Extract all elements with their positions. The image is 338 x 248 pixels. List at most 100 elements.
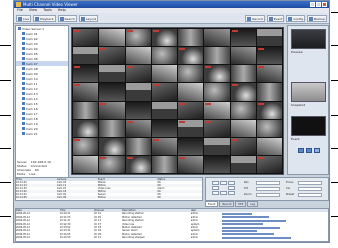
camera-tile[interactable]	[204, 29, 230, 47]
ptz-direction-button[interactable]	[220, 191, 227, 195]
toolbar-button-live[interactable]: Live	[16, 15, 32, 22]
camera-tile[interactable]	[178, 65, 204, 83]
title-bar[interactable]: Multi Channel Video Viewer	[14, 1, 329, 8]
camera-tile[interactable]	[256, 65, 282, 83]
camera-tile[interactable]	[73, 83, 99, 101]
camera-tile[interactable]	[125, 101, 151, 119]
camera-tile[interactable]	[256, 47, 282, 65]
prev-button[interactable]	[298, 148, 304, 153]
ptz-direction-button[interactable]	[212, 186, 219, 190]
camera-tile[interactable]	[151, 155, 177, 173]
camera-tile[interactable]	[99, 65, 125, 83]
camera-tile[interactable]	[73, 101, 99, 119]
camera-tile[interactable]	[73, 137, 99, 155]
camera-tile[interactable]	[125, 83, 151, 101]
camera-tile[interactable]	[256, 29, 282, 47]
camera-tile[interactable]	[151, 137, 177, 155]
save-button[interactable]	[314, 148, 320, 153]
camera-tile[interactable]	[178, 101, 204, 119]
camera-tile[interactable]	[204, 101, 230, 119]
camera-tile[interactable]	[73, 65, 99, 83]
toolbar-button-layout[interactable]: Layout	[78, 15, 99, 22]
camera-tile[interactable]	[99, 137, 125, 155]
camera-tile[interactable]	[230, 83, 256, 101]
camera-tile[interactable]	[230, 101, 256, 119]
camera-tile[interactable]	[230, 29, 256, 47]
camera-tile[interactable]	[151, 101, 177, 119]
camera-tile[interactable]	[230, 119, 256, 137]
camera-tile[interactable]	[151, 119, 177, 137]
camera-tile[interactable]	[256, 137, 282, 155]
camera-tile[interactable]	[151, 47, 177, 65]
minimize-button[interactable]	[310, 2, 315, 7]
preview-image[interactable]	[291, 29, 326, 49]
camera-tile[interactable]	[178, 47, 204, 65]
camera-tile[interactable]	[151, 29, 177, 47]
camera-tile[interactable]	[178, 29, 204, 47]
camera-tile[interactable]	[125, 29, 151, 47]
camera-tile[interactable]	[125, 155, 151, 173]
ptz-direction-button[interactable]	[228, 191, 235, 195]
camera-tile[interactable]	[73, 29, 99, 47]
close-button[interactable]	[322, 2, 327, 7]
camera-tile[interactable]	[125, 47, 151, 65]
camera-tile[interactable]	[204, 119, 230, 137]
camera-tile[interactable]	[178, 83, 204, 101]
camera-tile[interactable]	[256, 83, 282, 101]
toolbar-button-backup[interactable]: Backup	[307, 15, 327, 22]
toolbar-button-search[interactable]: Search	[57, 15, 77, 22]
camera-tile[interactable]	[204, 65, 230, 83]
ptz-control[interactable]	[256, 193, 280, 197]
tab-ptz[interactable]: PTZ	[235, 201, 247, 207]
camera-tile[interactable]	[256, 119, 282, 137]
tab-event[interactable]: Event	[205, 201, 219, 207]
camera-tile[interactable]	[151, 83, 177, 101]
camera-tile[interactable]	[178, 155, 204, 173]
camera-tile[interactable]	[125, 137, 151, 155]
camera-tile[interactable]	[99, 29, 125, 47]
camera-tile[interactable]	[99, 101, 125, 119]
ptz-control[interactable]	[256, 187, 280, 191]
next-button[interactable]	[306, 148, 312, 153]
camera-tile[interactable]	[256, 155, 282, 173]
tab-log[interactable]: Log	[247, 201, 258, 207]
tab-record[interactable]: Record	[219, 201, 235, 207]
ptz-control[interactable]	[298, 181, 322, 185]
ptz-direction-button[interactable]	[220, 181, 227, 185]
ptz-control[interactable]	[256, 181, 280, 185]
camera-tile[interactable]	[178, 137, 204, 155]
ptz-direction-button[interactable]	[228, 186, 235, 190]
log-row[interactable]: 2006-05-12 10:14:50 Ch 21 Recording stopped…	[16, 236, 328, 239]
camera-tile[interactable]	[256, 101, 282, 119]
ptz-direction-button[interactable]	[212, 181, 219, 185]
camera-tile[interactable]	[204, 155, 230, 173]
camera-tile[interactable]	[230, 155, 256, 173]
tree-item[interactable]: Cam 21	[16, 131, 68, 136]
camera-tile[interactable]	[99, 155, 125, 173]
camera-tile[interactable]	[99, 47, 125, 65]
camera-tile[interactable]	[99, 83, 125, 101]
camera-tile[interactable]	[73, 155, 99, 173]
camera-tile[interactable]	[204, 137, 230, 155]
ptz-control[interactable]	[298, 193, 322, 197]
ptz-direction-button[interactable]	[228, 181, 235, 185]
camera-tile[interactable]	[125, 119, 151, 137]
camera-tile[interactable]	[204, 47, 230, 65]
snapshot-image[interactable]	[291, 82, 326, 102]
maximize-button[interactable]	[316, 2, 321, 7]
camera-tile[interactable]	[73, 119, 99, 137]
camera-tile[interactable]	[125, 65, 151, 83]
toolbar-button-config[interactable]: Config	[286, 15, 305, 22]
camera-tile[interactable]	[73, 47, 99, 65]
camera-tile[interactable]	[151, 65, 177, 83]
event-row[interactable]: 10:14:05 Cam 09 Motion OK	[16, 196, 202, 199]
camera-tile[interactable]	[99, 119, 125, 137]
camera-tile[interactable]	[230, 47, 256, 65]
camera-tile[interactable]	[230, 137, 256, 155]
event-image[interactable]	[291, 116, 326, 136]
toolbar-button-playback[interactable]: Playback	[33, 15, 56, 22]
toolbar-button-record[interactable]: Record	[245, 15, 265, 22]
ptz-control[interactable]	[298, 187, 322, 191]
toolbar-button-event[interactable]: Event	[266, 15, 285, 22]
ptz-direction-button[interactable]	[212, 191, 219, 195]
